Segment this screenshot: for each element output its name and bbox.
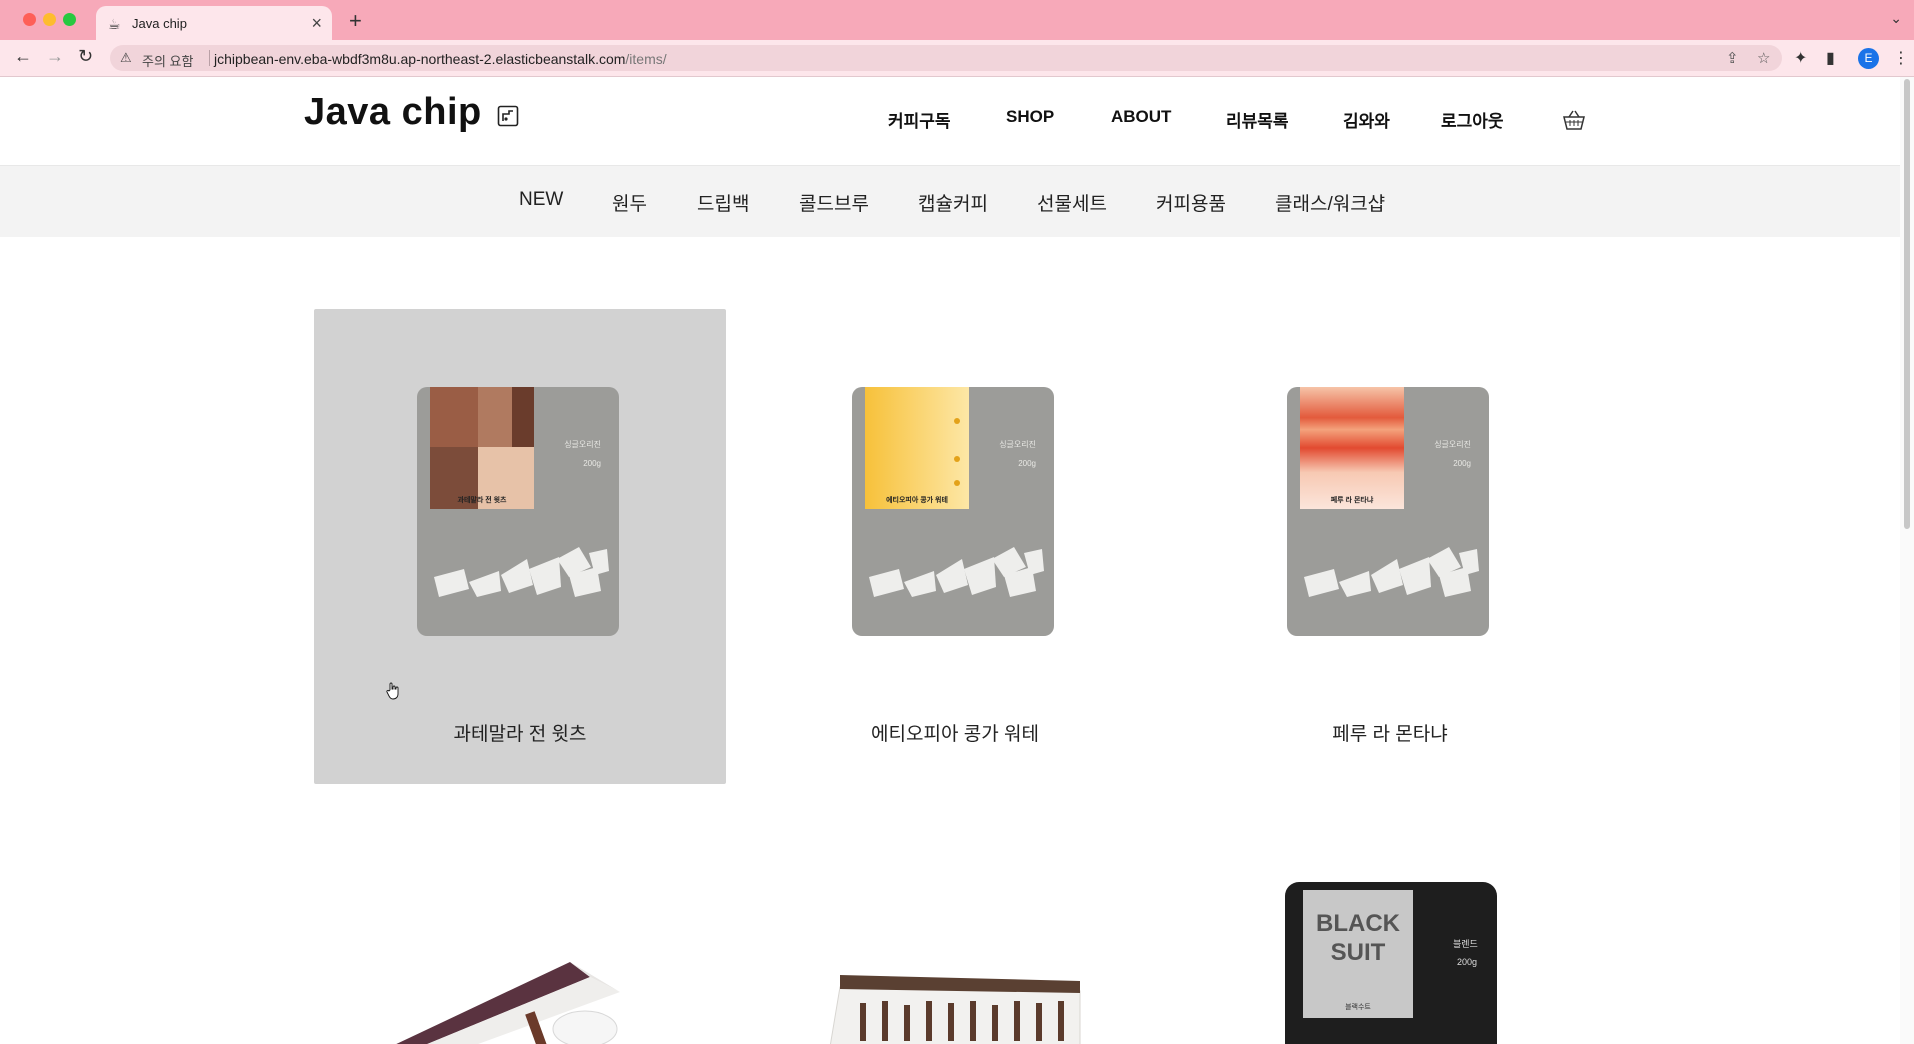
product-name[interactable]: 페루 라 몬타냐 <box>1184 719 1596 746</box>
address-separator <box>209 50 210 66</box>
back-icon[interactable]: ← <box>14 46 32 67</box>
product-name[interactable]: 에티오피아 콩가 워테 <box>749 719 1161 746</box>
bag-pattern <box>434 547 609 597</box>
hand-cursor-icon <box>386 682 399 700</box>
browser-tab[interactable]: ☕ Java chip × <box>96 6 332 40</box>
share-icon[interactable]: ⇪ <box>1726 49 1739 67</box>
reload-icon[interactable]: ↻ <box>78 46 93 67</box>
browser-tab-strip: ☕ Java chip × + ⌄ <box>0 0 1914 40</box>
url-text[interactable]: jchipbean-env.eba-wbdf3m8u.ap-northeast-… <box>214 51 667 67</box>
coffee-favicon-icon: ☕ <box>108 16 121 32</box>
bag-pattern <box>869 547 1044 597</box>
nav-about[interactable]: ABOUT <box>1111 107 1171 127</box>
category-dripbag[interactable]: 드립백 <box>697 189 749 216</box>
side-panel-icon[interactable]: ▮ <box>1826 48 1835 68</box>
bag-label-art <box>1300 387 1404 509</box>
tab-title: Java chip <box>132 16 187 31</box>
forward-icon[interactable]: → <box>46 46 64 67</box>
black-suit-weight-text: 200g <box>1457 957 1478 967</box>
bag-weight-text: 200g <box>583 459 601 468</box>
bag-origin-text: 싱글오리진 <box>999 440 1036 449</box>
extensions-puzzle-icon[interactable]: ✦ <box>1794 48 1807 68</box>
coffee-machine-logo-icon <box>497 105 519 127</box>
category-gift-set[interactable]: 선물세트 <box>1037 189 1107 216</box>
category-class-workshop[interactable]: 클래스/워크샵 <box>1275 189 1385 216</box>
url-path: /items/ <box>625 51 667 67</box>
warning-icon[interactable]: ⚠ <box>120 50 132 66</box>
new-tab-icon[interactable]: + <box>349 8 362 34</box>
black-suit-label: BLACK SUIT 블랙수트 <box>1303 890 1413 1018</box>
nav-subscription[interactable]: 커피구독 <box>888 107 951 132</box>
browser-toolbar: ← → ↻ ⚠ 주의 요함 jchipbean-env.eba-wbdf3m8u… <box>0 40 1914 77</box>
bookmark-star-icon[interactable]: ☆ <box>1757 49 1770 67</box>
browser-menu-icon[interactable]: ⋮ <box>1893 48 1909 68</box>
close-window-button[interactable] <box>23 13 36 26</box>
category-coffee-goods[interactable]: 커피용품 <box>1156 189 1226 216</box>
cart-basket-icon[interactable] <box>1562 109 1586 131</box>
bag-origin-text: 싱글오리진 <box>564 440 601 449</box>
black-suit-subtitle: 블랙수트 <box>1345 1004 1371 1011</box>
bag-label-text: 페루 라 몬타냐 <box>1330 497 1374 504</box>
security-label[interactable]: 주의 요함 <box>142 51 193 70</box>
bag-label-art <box>865 387 969 509</box>
nav-shop[interactable]: SHOP <box>1006 107 1054 127</box>
page-scrollbar[interactable] <box>1900 77 1914 1044</box>
product-name[interactable]: 과테말라 전 윗츠 <box>314 719 726 746</box>
category-capsule[interactable]: 캡슐커피 <box>918 189 988 216</box>
web-page: Java chip 커피구독 SHOP ABOUT 리뷰목록 김와와 로그아웃 … <box>0 77 1914 1044</box>
product-image: 과테말라 전 윗츠 싱글오리진 200g <box>417 387 619 636</box>
minimize-window-button[interactable] <box>43 13 56 26</box>
url-host: jchipbean-env.eba-wbdf3m8u.ap-northeast-… <box>214 51 626 67</box>
bag-pattern <box>1304 547 1479 597</box>
product-image-capsule-box[interactable] <box>380 937 700 1044</box>
nav-review-list[interactable]: 리뷰목록 <box>1226 107 1289 132</box>
product-image-black-suit[interactable]: BLACK SUIT 블랙수트 블렌드 200g <box>1285 882 1497 1044</box>
bag-weight-text: 200g <box>1018 459 1036 468</box>
bag-label-art <box>430 387 534 509</box>
category-beans[interactable]: 원두 <box>612 189 647 216</box>
black-suit-logo: BLACK SUIT <box>1316 910 1400 966</box>
category-bar: NEW 원두 드립백 콜드브루 캡슐커피 선물세트 커피용품 클래스/워크샵 <box>0 165 1914 237</box>
category-coldbrew[interactable]: 콜드브루 <box>799 189 869 216</box>
bag-origin-text: 싱글오리진 <box>1434 440 1471 449</box>
category-new[interactable]: NEW <box>519 189 563 211</box>
nav-user-name[interactable]: 김와와 <box>1343 107 1390 132</box>
bag-weight-text: 200g <box>1453 459 1471 468</box>
tab-search-chevron-icon[interactable]: ⌄ <box>1890 10 1902 27</box>
profile-avatar[interactable]: E <box>1858 48 1879 69</box>
bag-label-text: 에티오피아 콩가 워테 <box>886 497 948 504</box>
product-card[interactable]: 페루 라 몬타냐 싱글오리진 200g 페루 라 몬타냐 <box>1184 309 1596 784</box>
product-card[interactable]: 에티오피아 콩가 워테 싱글오리진 200g 에티오피아 콩가 워테 <box>749 309 1161 784</box>
zoom-window-button[interactable] <box>63 13 76 26</box>
bag-label-text: 과테말라 전 윗츠 <box>457 497 507 504</box>
product-image-dripbag-box[interactable] <box>800 967 1090 1044</box>
product-card[interactable]: 과테말라 전 윗츠 싱글오리진 200g 과테말라 전 윗츠 <box>314 309 726 784</box>
address-bar[interactable]: ⚠ 주의 요함 jchipbean-env.eba-wbdf3m8u.ap-no… <box>110 45 1782 71</box>
site-header: Java chip 커피구독 SHOP ABOUT 리뷰목록 김와와 로그아웃 <box>0 77 1914 165</box>
product-image: 페루 라 몬타냐 싱글오리진 200g <box>1287 387 1489 636</box>
site-logo[interactable]: Java chip <box>304 91 482 134</box>
tab-close-icon[interactable]: × <box>311 13 322 34</box>
black-suit-side-text: 블렌드 <box>1453 939 1478 949</box>
scrollbar-thumb[interactable] <box>1904 79 1910 529</box>
nav-logout[interactable]: 로그아웃 <box>1441 107 1504 132</box>
product-image: 에티오피아 콩가 워테 싱글오리진 200g <box>852 387 1054 636</box>
